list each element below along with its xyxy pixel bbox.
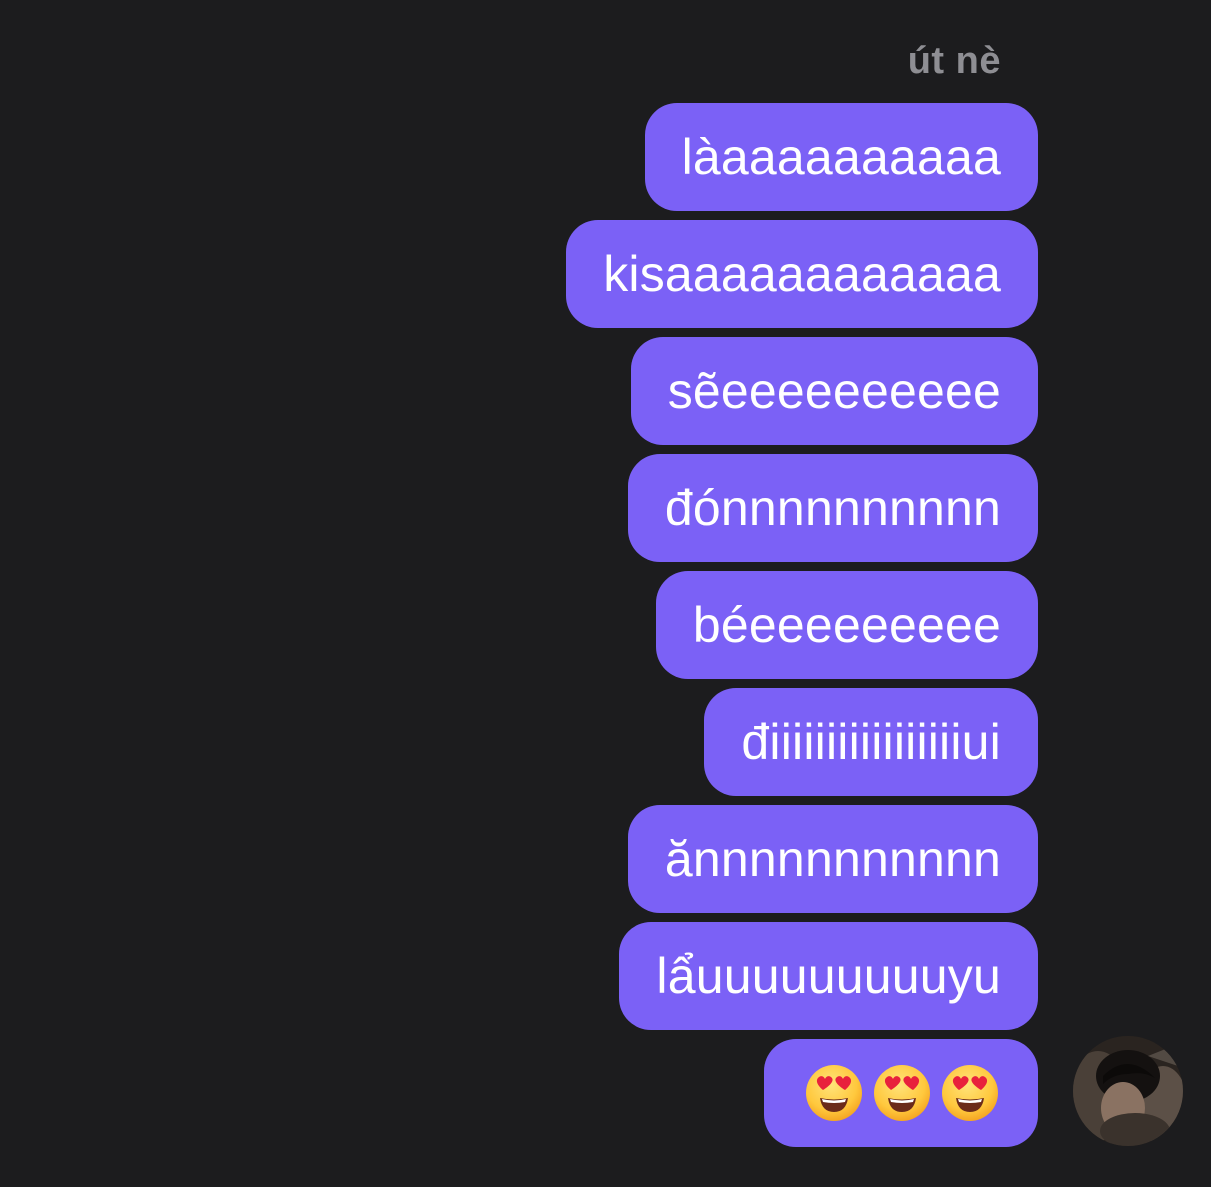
message-bubble[interactable]: đónnnnnnnnnn	[627, 454, 1038, 562]
message-text: điiiiiiiiiiiiiiiiiui	[741, 714, 1001, 770]
message-bubble[interactable]: làaaaaaaaaaa	[644, 103, 1038, 211]
message-bubble[interactable]: sẽeeeeeeeeee	[630, 337, 1038, 445]
message-thread: làaaaaaaaaaa kisaaaaaaaaaaaa sẽeeeeeeeee…	[566, 103, 1038, 1147]
message-text: sẽeeeeeeeeee	[667, 363, 1001, 419]
message-text: kisaaaaaaaaaaaa	[603, 246, 1001, 302]
message-bubble[interactable]: ănnnnnnnnnnn	[627, 805, 1038, 913]
message-bubble[interactable]: lẩuuuuuuuuuyu	[619, 922, 1038, 1030]
user-avatar-photo-icon	[1073, 1036, 1183, 1146]
message-bubble[interactable]: kisaaaaaaaaaaaa	[566, 220, 1038, 328]
message-text: làaaaaaaaaaa	[681, 129, 1001, 185]
heart-eyes-emoji-icon	[804, 1063, 864, 1123]
message-text: lẩuuuuuuuuuyu	[656, 948, 1001, 1004]
message-text: đónnnnnnnnnn	[664, 480, 1001, 536]
chat-screen: út nè làaaaaaaaaaa kisaaaaaaaaaaaa sẽeee…	[0, 0, 1211, 1187]
message-bubble[interactable]: béeeeeeeeee	[655, 571, 1038, 679]
message-text: ănnnnnnnnnnn	[664, 831, 1001, 887]
message-bubble[interactable]: điiiiiiiiiiiiiiiiiui	[704, 688, 1038, 796]
heart-eyes-emoji-icon	[940, 1063, 1000, 1123]
user-avatar[interactable]	[1073, 1036, 1183, 1146]
emoji-message-bubble[interactable]	[764, 1039, 1038, 1147]
sender-name: út nè	[907, 40, 1001, 82]
heart-eyes-emoji-icon	[872, 1063, 932, 1123]
message-text: béeeeeeeeee	[692, 597, 1001, 653]
